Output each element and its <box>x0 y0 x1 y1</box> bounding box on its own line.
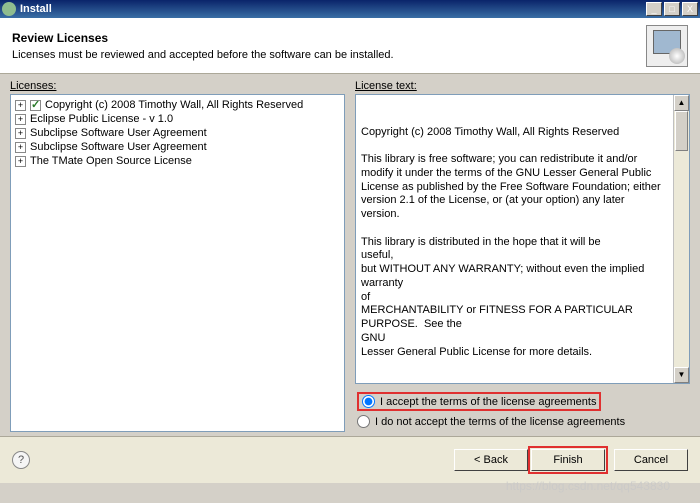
app-icon <box>2 2 16 16</box>
agreement-radios: I accept the terms of the license agreem… <box>355 384 690 432</box>
decline-label: I do not accept the terms of the license… <box>375 416 625 428</box>
expand-icon[interactable]: + <box>15 114 26 125</box>
tree-item[interactable]: + Subclipse Software User Agreement <box>13 126 342 140</box>
cancel-button[interactable]: Cancel <box>614 449 688 471</box>
expand-icon[interactable]: + <box>15 128 26 139</box>
scrollbar[interactable]: ▲ ▼ <box>673 95 689 383</box>
accept-highlight: I accept the terms of the license agreem… <box>357 392 601 411</box>
finish-button[interactable]: Finish <box>531 449 605 471</box>
window-title: Install <box>20 3 646 15</box>
license-text-label: License text: <box>355 80 690 92</box>
licenses-label: Licenses: <box>10 80 345 92</box>
page-subtitle: Licenses must be reviewed and accepted b… <box>12 49 646 61</box>
wizard-header: Review Licenses Licenses must be reviewe… <box>0 18 700 74</box>
install-icon <box>646 25 688 67</box>
tree-item[interactable]: + Subclipse Software User Agreement <box>13 140 342 154</box>
tree-item-label: Copyright (c) 2008 Timothy Wall, All Rig… <box>45 99 303 111</box>
tree-item[interactable]: + The TMate Open Source License <box>13 154 342 168</box>
close-button[interactable]: X <box>682 2 698 16</box>
tree-item-label: The TMate Open Source License <box>30 155 192 167</box>
tree-item[interactable]: + Eclipse Public License - v 1.0 <box>13 112 342 126</box>
minimize-button[interactable]: _ <box>646 2 662 16</box>
decline-radio[interactable] <box>357 415 370 428</box>
finish-highlight: Finish <box>528 446 608 474</box>
licenses-tree[interactable]: + Copyright (c) 2008 Timothy Wall, All R… <box>10 94 345 432</box>
help-button[interactable]: ? <box>12 451 30 469</box>
expand-icon[interactable]: + <box>15 142 26 153</box>
license-text-area[interactable]: Copyright (c) 2008 Timothy Wall, All Rig… <box>355 94 690 384</box>
license-text-pane: License text: Copyright (c) 2008 Timothy… <box>355 80 690 432</box>
maximize-button[interactable]: □ <box>664 2 680 16</box>
page-title: Review Licenses <box>12 31 646 45</box>
accept-radio[interactable] <box>362 395 375 408</box>
tree-item-label: Subclipse Software User Agreement <box>30 141 207 153</box>
scroll-thumb[interactable] <box>675 111 688 151</box>
license-text-content: Copyright (c) 2008 Timothy Wall, All Rig… <box>361 126 684 360</box>
titlebar: Install _ □ X <box>0 0 700 18</box>
scroll-up-icon[interactable]: ▲ <box>674 95 689 111</box>
scroll-down-icon[interactable]: ▼ <box>674 367 689 383</box>
back-button[interactable]: < Back <box>454 449 528 471</box>
wizard-footer: ? < Back Finish Cancel <box>0 436 700 483</box>
licenses-pane: Licenses: + Copyright (c) 2008 Timothy W… <box>10 80 345 432</box>
accept-label: I accept the terms of the license agreem… <box>380 396 596 408</box>
checkbox-icon[interactable] <box>30 100 41 111</box>
expand-icon[interactable]: + <box>15 156 26 167</box>
tree-item[interactable]: + Copyright (c) 2008 Timothy Wall, All R… <box>13 98 342 112</box>
expand-icon[interactable]: + <box>15 100 26 111</box>
tree-item-label: Subclipse Software User Agreement <box>30 127 207 139</box>
tree-item-label: Eclipse Public License - v 1.0 <box>30 113 173 125</box>
